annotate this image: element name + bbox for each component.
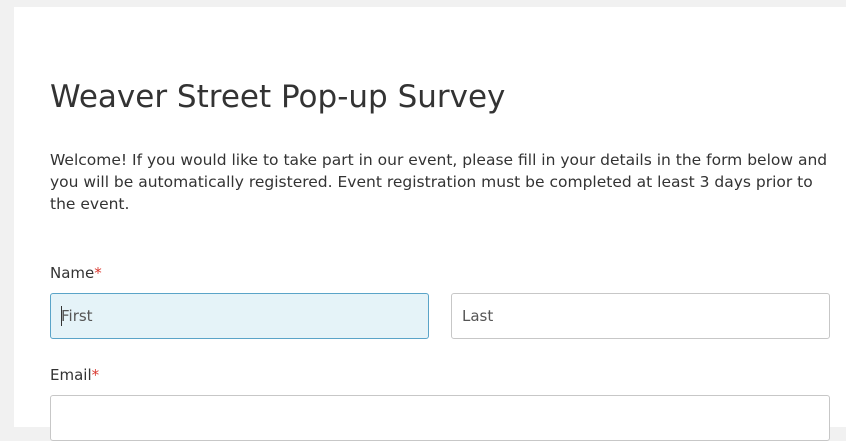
page-title: Weaver Street Pop-up Survey <box>50 79 506 115</box>
email-field-label: Email* <box>50 365 99 385</box>
email-input[interactable] <box>50 395 830 441</box>
first-name-input[interactable] <box>50 293 429 339</box>
last-name-input[interactable] <box>451 293 830 339</box>
survey-form-card: Weaver Street Pop-up Survey Welcome! If … <box>14 7 846 441</box>
intro-text: Welcome! If you would like to take part … <box>50 151 828 213</box>
email-label-text: Email <box>50 366 92 384</box>
name-label-text: Name <box>50 264 95 282</box>
required-marker: * <box>91 366 100 384</box>
text-cursor <box>61 306 62 326</box>
name-field-label: Name* <box>50 263 102 283</box>
required-marker: * <box>94 264 102 282</box>
